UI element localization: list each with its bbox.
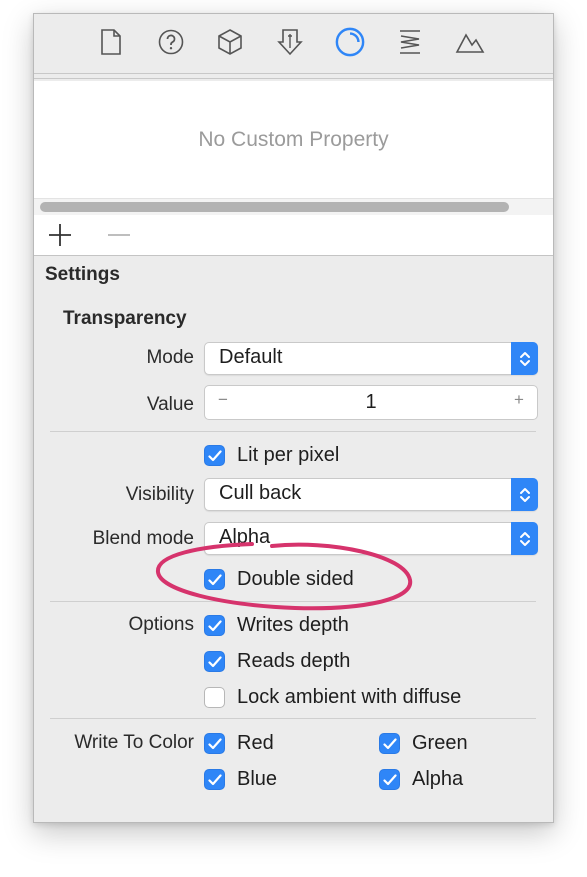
inspector-toolbar (34, 14, 553, 76)
chevron-updown-icon (511, 522, 538, 555)
checkmark-icon (204, 569, 225, 590)
writes-depth-label: Writes depth (237, 614, 349, 636)
toolbar-divider (34, 73, 553, 74)
blue-label: Blue (237, 768, 278, 790)
reads-depth-checkbox[interactable]: Reads depth (204, 650, 350, 673)
transparency-value[interactable]: 1 (245, 391, 497, 414)
double-sided-label: Double sided (237, 568, 354, 590)
inspector-panel: No Custom Property Settings Transparency… (33, 13, 554, 823)
checkmark-icon (204, 651, 225, 672)
toolbar-divider (34, 78, 553, 79)
lit-per-pixel-checkbox[interactable]: Lit per pixel (204, 444, 339, 467)
unchecked-box-icon (204, 687, 225, 708)
increment-button[interactable]: + (507, 390, 531, 410)
blend-mode-popup[interactable]: Alpha (204, 522, 538, 555)
help-icon[interactable] (156, 26, 186, 58)
green-checkbox[interactable]: Green (379, 732, 468, 755)
writes-depth-checkbox[interactable]: Writes depth (204, 614, 349, 637)
custom-property-list: No Custom Property (34, 81, 553, 198)
chevron-updown-icon (511, 342, 538, 375)
value-label: Value (146, 394, 194, 415)
add-remove-bar (34, 215, 553, 256)
material-icon[interactable] (335, 26, 365, 58)
red-label: Red (237, 732, 274, 754)
attributes-icon[interactable] (275, 26, 305, 58)
section-divider (50, 718, 536, 719)
minus-icon (108, 234, 130, 236)
visibility-popup[interactable]: Cull back (204, 478, 538, 511)
plus-icon (49, 224, 71, 246)
checkmark-icon (379, 733, 400, 754)
mode-popup[interactable]: Default (204, 342, 538, 375)
reads-depth-label: Reads depth (237, 650, 351, 672)
red-checkbox[interactable]: Red (204, 732, 274, 755)
cube-icon[interactable] (215, 26, 245, 58)
checkmark-icon (204, 615, 225, 636)
horizontal-scrollbar[interactable] (34, 198, 553, 216)
blend-mode-value: Alpha (219, 526, 271, 548)
alpha-label: Alpha (412, 768, 464, 790)
section-divider (50, 431, 536, 432)
lock-ambient-checkbox[interactable]: Lock ambient with diffuse (204, 686, 461, 709)
lock-ambient-label: Lock ambient with diffuse (237, 686, 462, 708)
mode-label: Mode (146, 347, 194, 368)
lit-per-pixel-label: Lit per pixel (237, 444, 340, 466)
blue-checkbox[interactable]: Blue (204, 768, 277, 791)
chevron-updown-icon (511, 478, 538, 511)
scene-icon[interactable] (455, 26, 485, 58)
no-custom-property-text: No Custom Property (198, 127, 389, 151)
transparency-value-stepper[interactable]: − 1 + (204, 385, 538, 420)
alpha-checkbox[interactable]: Alpha (379, 768, 463, 791)
scrollbar-thumb[interactable] (40, 202, 509, 212)
physics-icon[interactable] (395, 26, 425, 58)
file-icon[interactable] (96, 26, 126, 58)
remove-property-button[interactable] (103, 219, 135, 251)
mode-value: Default (219, 346, 283, 368)
decrement-button[interactable]: − (211, 390, 235, 410)
write-to-color-label: Write To Color (74, 732, 194, 753)
transparency-title: Transparency (63, 308, 187, 329)
checkmark-icon (204, 769, 225, 790)
checkmark-icon (204, 445, 225, 466)
visibility-value: Cull back (219, 482, 302, 504)
checkmark-icon (379, 769, 400, 790)
checkmark-icon (204, 733, 225, 754)
visibility-label: Visibility (125, 484, 194, 505)
green-label: Green (412, 732, 468, 754)
section-divider (50, 601, 536, 602)
double-sided-checkbox[interactable]: Double sided (204, 568, 354, 591)
options-label: Options (128, 614, 194, 635)
blend-mode-label: Blend mode (92, 528, 194, 549)
settings-title: Settings (45, 264, 120, 285)
add-property-button[interactable] (44, 219, 76, 251)
